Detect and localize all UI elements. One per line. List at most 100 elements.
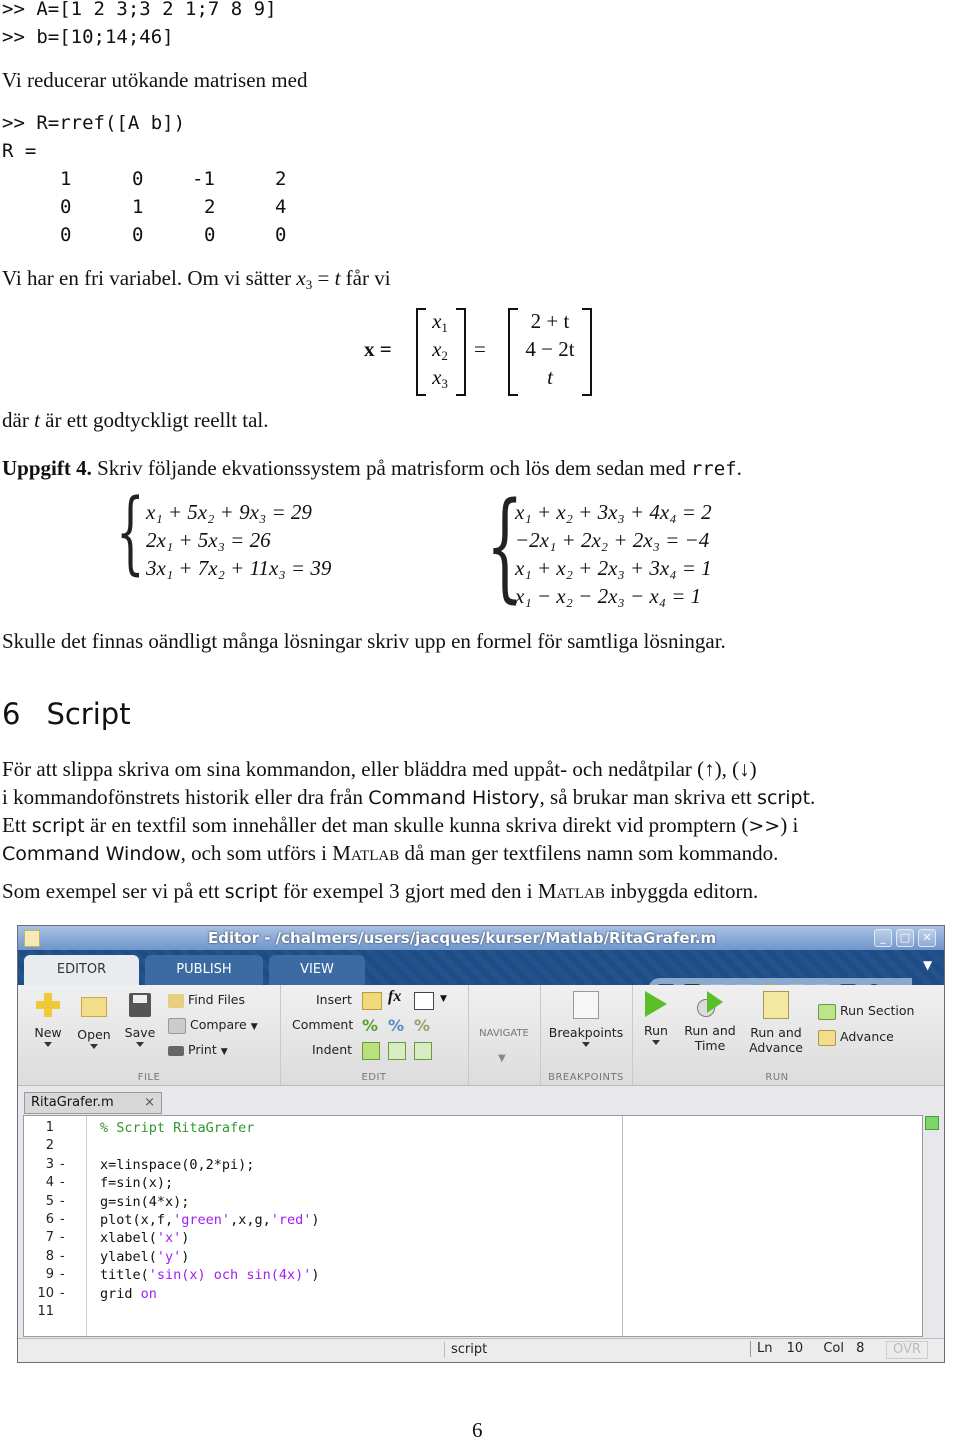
line-number: 2: [45, 1138, 54, 1154]
run-and-advance-button[interactable]: Run and Advance: [746, 991, 806, 1055]
chevron-down-icon[interactable]: ▼: [440, 994, 447, 1004]
code-editor[interactable]: 1 2 3-4-5-6-7-8-9-10-11 % Script RitaGrafe…: [23, 1115, 923, 1337]
printer-icon: [168, 1045, 184, 1056]
breakpoint-marker[interactable]: -: [60, 1157, 65, 1172]
uncomment-icon[interactable]: %: [388, 1016, 404, 1035]
code-analyzer-status-icon[interactable]: [925, 1116, 939, 1130]
title-bar: Editor - /chalmers/users/jacques/kurser/…: [18, 926, 944, 950]
navigate-group[interactable]: NAVIGATE ▼: [468, 985, 541, 1085]
minimize-button[interactable]: _: [874, 929, 892, 947]
text: ) i: [780, 813, 799, 837]
close-button[interactable]: ✕: [918, 929, 936, 947]
tab-editor[interactable]: EDITOR: [24, 955, 139, 985]
status-bar: script Ln 10 Col 8 OVR: [18, 1338, 944, 1361]
code-token: x=linspace(0,2*pi);: [100, 1156, 255, 1173]
run-button[interactable]: Run: [638, 991, 674, 1045]
run-and-time-label: Time: [694, 1038, 726, 1053]
run-and-time-button[interactable]: Run and Time: [682, 991, 738, 1053]
maximize-button[interactable]: □: [896, 929, 914, 947]
code-line[interactable]: % Script RitaGrafer: [100, 1120, 254, 1136]
line-number: 9: [45, 1267, 54, 1283]
print-button[interactable]: Print ▼: [168, 1042, 228, 1057]
decrease-indent-icon[interactable]: [414, 1042, 432, 1060]
code-token: ): [181, 1230, 190, 1247]
equation: 2x₁ + 5x₃ = 26: [146, 528, 271, 552]
advance-label: Advance: [840, 1029, 894, 1044]
close-tab-icon[interactable]: ×: [144, 1093, 155, 1113]
matrix-cell: -1: [192, 168, 215, 190]
text: , så brukar man skriva ett: [539, 785, 758, 809]
section-title: Script: [46, 697, 131, 731]
wrap-comments-icon[interactable]: %: [414, 1016, 430, 1035]
code-token: ): [311, 1267, 320, 1284]
cursor-position: Ln 10 Col 8: [750, 1341, 875, 1357]
code-line[interactable]: title('sin(x) och sin(4x)'): [100, 1267, 319, 1283]
breakpoint-marker[interactable]: -: [60, 1175, 65, 1190]
print-label: Print: [188, 1042, 217, 1057]
code-token: grid: [100, 1285, 141, 1302]
new-button[interactable]: New: [28, 993, 68, 1047]
run-and-time-label: Run and: [684, 1023, 736, 1038]
collapse-ribbon-icon[interactable]: ▼: [923, 958, 932, 972]
line-number: 8: [45, 1248, 54, 1264]
breakpoint-marker[interactable]: -: [60, 1249, 65, 1264]
save-button[interactable]: Save: [120, 993, 160, 1047]
equation: −2x₁ + 2x₂ + 2x₃ = −4: [515, 528, 710, 552]
breakpoint-marker[interactable]: -: [60, 1212, 65, 1227]
command-line: >> A=[1 2 3;3 2 1;7 8 9]: [2, 0, 277, 20]
tab-publish[interactable]: PUBLISH: [145, 955, 263, 985]
code-line[interactable]: x=linspace(0,2*pi);: [100, 1157, 254, 1173]
math-var: x: [296, 266, 306, 290]
code-line[interactable]: xlabel('x'): [100, 1230, 189, 1246]
breakpoint-marker[interactable]: -: [60, 1286, 65, 1301]
math-sub: 2: [441, 348, 448, 363]
code-string: 'green': [173, 1212, 231, 1228]
breakpoint-marker[interactable]: -: [60, 1230, 65, 1245]
file-type-status: script: [444, 1342, 960, 1358]
breakpoint-marker[interactable]: -: [60, 1267, 65, 1282]
text: =: [312, 266, 335, 290]
compare-button[interactable]: Compare ▼: [168, 1017, 258, 1034]
text: , och som utförs i: [180, 841, 333, 865]
open-button[interactable]: Open: [74, 993, 114, 1049]
app-icon: [24, 930, 40, 947]
find-files-button[interactable]: Find Files: [168, 992, 245, 1008]
smart-indent-icon[interactable]: [362, 1042, 380, 1060]
command-output: R =: [2, 140, 37, 162]
group-label: BREAKPOINTS: [548, 1072, 624, 1083]
breakpoint-marker[interactable]: -: [60, 1194, 65, 1209]
breakpoints-button[interactable]: Breakpoints: [546, 991, 626, 1047]
advance-button[interactable]: Advance: [818, 1029, 894, 1046]
tab-view[interactable]: VIEW: [269, 955, 365, 985]
command-line: >> R=rref([A b]): [2, 112, 186, 134]
col-value: 8: [856, 1341, 865, 1356]
matrix-cell: 2: [204, 196, 216, 218]
equation: 3x₁ + 7x₂ + 11x₃ = 39: [146, 556, 332, 580]
sans-term: Command Window: [2, 843, 181, 865]
save-label: Save: [124, 1025, 156, 1040]
text: Som exempel ser vi på ett: [2, 879, 225, 903]
matrix-cell: 0: [275, 224, 287, 246]
insert-fi-icon[interactable]: [414, 992, 434, 1010]
code-line[interactable]: g=sin(4*x);: [100, 1194, 189, 1210]
floppy-icon: [129, 993, 151, 1017]
insert-label: Insert: [316, 992, 352, 1007]
matlab-name: Matlab: [332, 841, 400, 865]
code-comment: % Script RitaGrafer: [100, 1120, 255, 1136]
comment-icon[interactable]: %: [362, 1016, 378, 1035]
ribbon: New Open Save Find Files Compare ▼ Print…: [18, 985, 944, 1086]
code-line[interactable]: plot(x,f,'green',x,g,'red'): [100, 1212, 319, 1228]
document-tab[interactable]: RitaGrafer.m ×: [24, 1092, 162, 1114]
vector-entry: x3: [422, 365, 458, 392]
insert-function-icon[interactable]: fx: [388, 988, 401, 1006]
run-and-advance-label: Advance: [749, 1040, 803, 1055]
code-line[interactable]: grid on: [100, 1286, 157, 1302]
insert-section-icon[interactable]: [362, 992, 382, 1010]
run-section-button[interactable]: Run Section: [818, 1003, 914, 1020]
code-token: xlabel(: [100, 1230, 157, 1247]
increase-indent-icon[interactable]: [388, 1042, 406, 1060]
code-token: ): [311, 1212, 320, 1228]
vector-entry: x2: [422, 337, 458, 364]
code-line[interactable]: ylabel('y'): [100, 1249, 189, 1265]
code-line[interactable]: f=sin(x);: [100, 1175, 173, 1191]
